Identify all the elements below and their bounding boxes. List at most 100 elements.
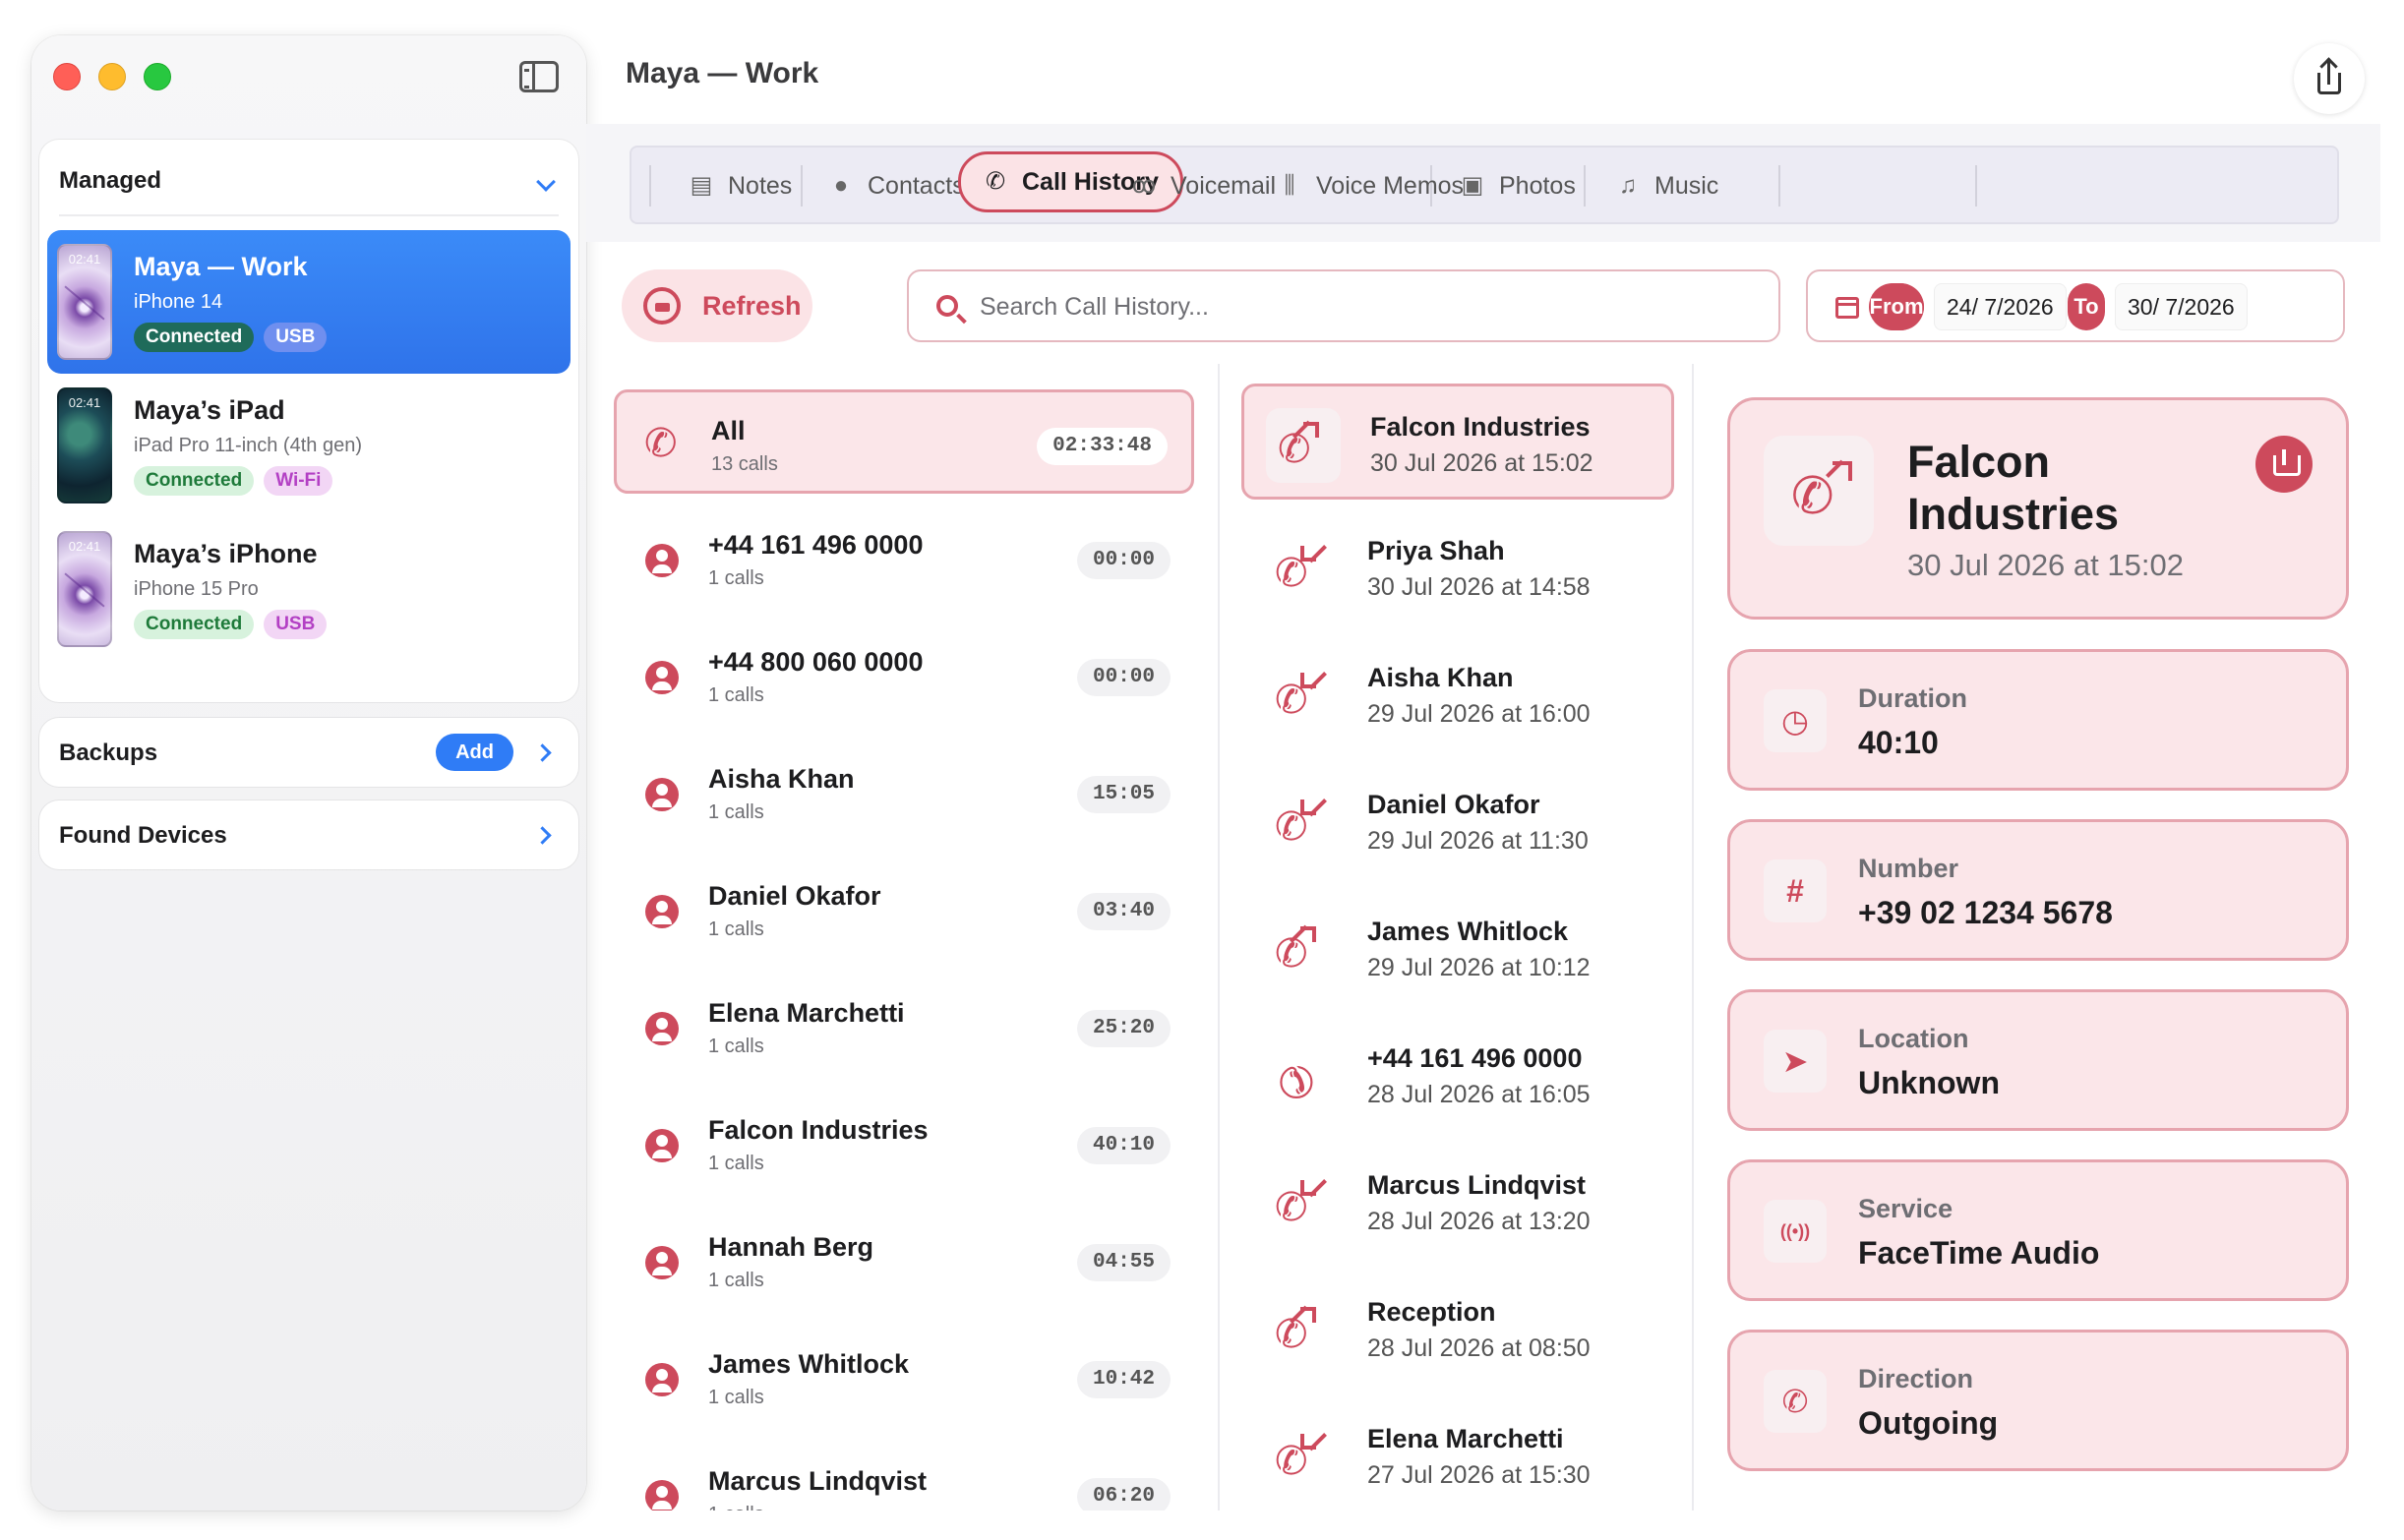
call-count: 1 calls (708, 684, 764, 706)
missed-call-icon: ✆ (1264, 1050, 1326, 1112)
caller-name: Daniel Okafor (1367, 790, 1540, 819)
all-calls-row[interactable]: ✆ All 13 calls 02:33:48 (614, 389, 1194, 494)
contact-row[interactable]: Elena Marchetti 1 calls 25:20 (614, 975, 1194, 1079)
call-row[interactable]: ✆ Elena Marchetti 27 Jul 2026 at 15:30 (1241, 1398, 1674, 1510)
contact-row[interactable]: Marcus Lindqvist 1 calls 06:20 (614, 1443, 1194, 1510)
contact-name: Daniel Okafor (708, 881, 881, 911)
device-item[interactable]: 02:41 Maya’s iPad iPad Pro 11-inch (4th ge… (47, 374, 571, 517)
contact-row[interactable]: +44 800 060 0000 1 calls 00:00 (614, 623, 1194, 728)
tab-label: Voicemail (1171, 171, 1276, 200)
call-date: 30 Jul 2026 at 14:58 (1367, 573, 1591, 601)
add-backup-button[interactable]: Add (436, 734, 513, 771)
minimize-window-button[interactable] (98, 63, 126, 90)
outgoing-call-icon: ✆ (1764, 436, 1874, 546)
tab-contacts[interactable]: ● Contacts (828, 157, 965, 214)
phone-glyph: ✆ (1791, 467, 1834, 526)
call-list: ✆ Falcon Industries 30 Jul 2026 at 15:02 ✆ P… (1239, 384, 1676, 1510)
tab-bar: ▤ Notes ● Contacts ✆ Call History ꝏ Voicemail ⫼ V… (630, 146, 2339, 224)
caller-name: Elena Marchetti (1367, 1424, 1564, 1453)
backups-label: Backups (59, 740, 158, 766)
tab-label: Voice Memos (1316, 171, 1465, 200)
calendar-icon (1835, 297, 1859, 319)
call-row[interactable]: ✆ +44 161 496 0000 28 Jul 2026 at 16:05 (1241, 1018, 1674, 1134)
person-icon (645, 1246, 679, 1279)
tab-voicemail[interactable]: ꝏ Voicemail (1131, 157, 1276, 214)
found-devices-row[interactable]: Found Devices (39, 800, 578, 869)
call-count: 1 calls (708, 1504, 764, 1510)
tab-label: Music (1654, 171, 1719, 200)
voicemail-icon: ꝏ (1131, 172, 1157, 199)
chevron-right-icon[interactable] (533, 826, 552, 845)
tab-photos[interactable]: ▣ Photos (1460, 157, 1576, 214)
call-count: 1 calls (708, 801, 764, 823)
tab-label: Photos (1499, 171, 1576, 200)
refresh-button[interactable]: Refresh (622, 269, 812, 342)
call-row[interactable]: ✆ James Whitlock 29 Jul 2026 at 10:12 (1241, 891, 1674, 1007)
call-row[interactable]: ✆ Daniel Okafor 29 Jul 2026 at 11:30 (1241, 764, 1674, 880)
tab-music[interactable]: ♫ Music (1615, 157, 1718, 214)
contact-name: +44 800 060 0000 (708, 647, 924, 677)
incoming-arrow (1300, 673, 1316, 688)
device-wallpaper-thumbnail: 02:41 (57, 531, 112, 647)
contact-row[interactable]: Falcon Industries 1 calls 40:10 (614, 1092, 1194, 1196)
refresh-label: Refresh (702, 291, 802, 321)
call-detail-title: Falcon Industries (1907, 437, 2120, 539)
device-badges: Connected Wi-Fi (134, 466, 333, 496)
sidebar-toggle-icon[interactable] (519, 61, 559, 92)
contact-row[interactable]: Hannah Berg 1 calls 04:55 (614, 1209, 1194, 1313)
tab-voice-memos[interactable]: ⫼ Voice Memos (1277, 157, 1464, 214)
from-date-picker[interactable]: 24/ 7/2026 (1934, 283, 2067, 330)
contact-row[interactable]: +44 161 496 0000 1 calls 00:00 (614, 506, 1194, 611)
tab-label: Notes (728, 171, 793, 200)
call-date: 30 Jul 2026 at 15:02 (1370, 449, 1593, 477)
device-item[interactable]: 02:41 Maya’s iPhone iPhone 15 Pro Connected… (47, 517, 571, 661)
caller-name: Marcus Lindqvist (1367, 1170, 1587, 1200)
waveform-icon: ⫼ (1284, 172, 1295, 199)
backups-row[interactable]: Backups Add (39, 718, 578, 787)
call-row[interactable]: ✆ Aisha Khan 29 Jul 2026 at 16:00 (1241, 637, 1674, 753)
call-icon-box: ✆ (1263, 786, 1338, 860)
call-date: 28 Jul 2026 at 16:05 (1367, 1081, 1591, 1108)
detail-label: Location (1858, 1024, 1969, 1053)
contact-name: Hannah Berg (708, 1232, 874, 1262)
export-call-button[interactable] (2255, 436, 2313, 493)
call-date: 27 Jul 2026 at 15:30 (1367, 1461, 1591, 1489)
call-date: 29 Jul 2026 at 11:30 (1367, 827, 1589, 855)
contact-row[interactable]: James Whitlock 1 calls 10:42 (614, 1326, 1194, 1430)
call-row[interactable]: ✆ Falcon Industries 30 Jul 2026 at 15:02 (1241, 384, 1674, 500)
detail-value: Unknown (1858, 1065, 2000, 1100)
contact-row[interactable]: Aisha Khan 1 calls 15:05 (614, 740, 1194, 845)
managed-devices-group: Managed 02:41 Maya — Work iPhone 14 Connect… (39, 140, 578, 702)
search-input[interactable] (980, 285, 1747, 328)
chevron-down-icon[interactable] (536, 172, 556, 192)
lock-time: 02:41 (68, 539, 101, 554)
device-item[interactable]: 02:41 Maya — Work iPhone 14 Connected USB (47, 230, 571, 374)
zoom-window-button[interactable] (144, 63, 171, 90)
call-count: 1 calls (708, 1387, 764, 1408)
total-duration: 10:42 (1076, 1361, 1171, 1398)
outgoing-arrow (1303, 422, 1319, 438)
hash-icon: # (1764, 859, 1827, 922)
antenna-icon: ((•)) (1764, 1200, 1827, 1263)
contact-list: ✆ All 13 calls 02:33:48 +44 161 496 0000 1 ca… (610, 389, 1198, 1510)
call-row[interactable]: ✆ Priya Shah 30 Jul 2026 at 14:58 (1241, 510, 1674, 626)
call-row[interactable]: ✆ Marcus Lindqvist 28 Jul 2026 at 13:20 (1241, 1145, 1674, 1261)
share-button[interactable] (2294, 43, 2365, 114)
contact-name: All (711, 416, 746, 445)
contact-row[interactable]: Daniel Okafor 1 calls 03:40 (614, 858, 1194, 962)
tab-notes[interactable]: ▤ Notes (689, 157, 793, 214)
close-window-button[interactable] (53, 63, 81, 90)
detail-value: FaceTime Audio (1858, 1235, 2100, 1271)
tab-separator (649, 165, 651, 207)
usb-badge: USB (264, 610, 328, 639)
contact-name: +44 161 496 0000 (708, 530, 924, 560)
managed-header[interactable]: Managed (59, 167, 161, 195)
incoming-arrow (1300, 800, 1316, 815)
call-row[interactable]: ✆ Reception 28 Jul 2026 at 08:50 (1241, 1272, 1674, 1388)
person-icon (645, 544, 679, 577)
to-date-picker[interactable]: 30/ 7/2026 (2115, 283, 2248, 330)
search-field[interactable] (907, 269, 1780, 342)
person-icon (645, 895, 679, 928)
chevron-right-icon[interactable] (533, 743, 552, 762)
lock-time: 02:41 (68, 252, 101, 267)
